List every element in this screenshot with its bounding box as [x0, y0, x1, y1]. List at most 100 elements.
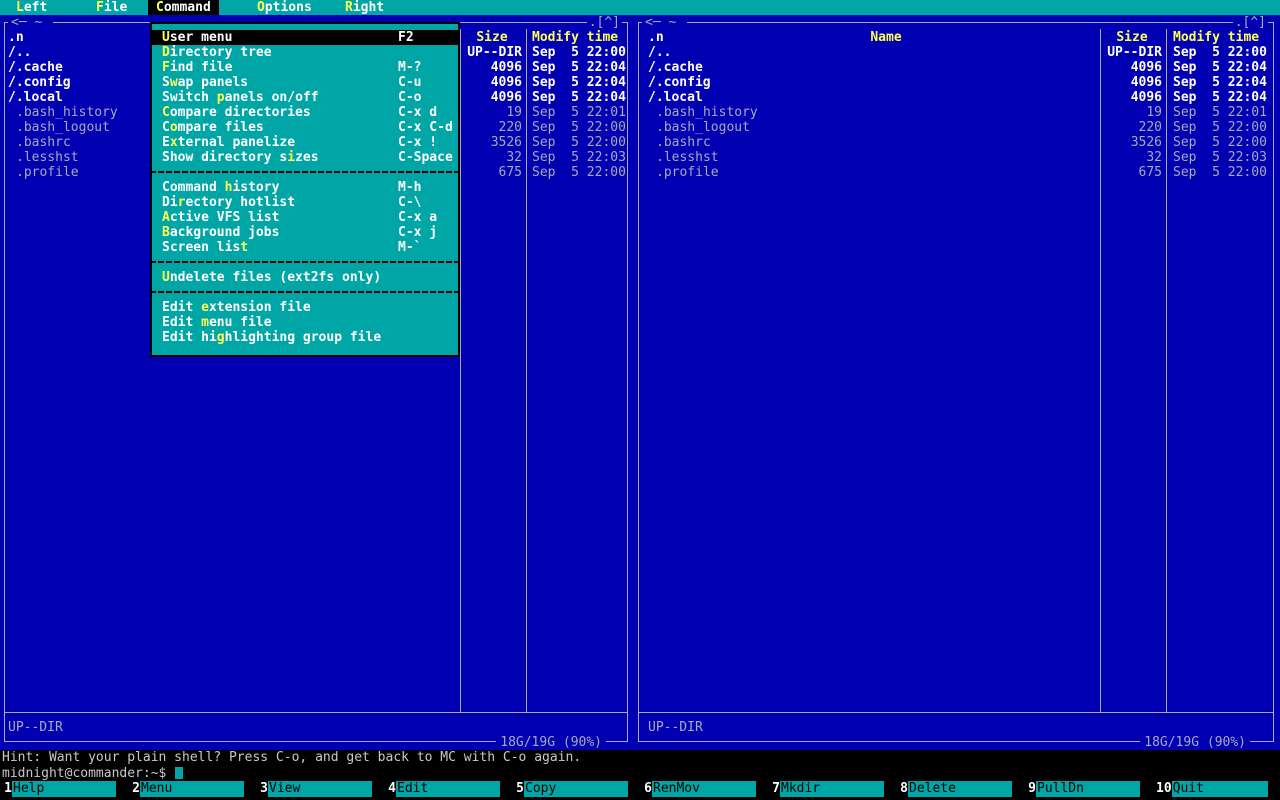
menu-item-command-history[interactable]: Command history M-h: [152, 180, 458, 195]
file-name[interactable]: .bash_history: [16, 105, 118, 120]
fkey-button-mkdir[interactable]: 7 Mkdir: [768, 781, 896, 797]
sort-indicator: .n: [8, 30, 24, 45]
panel-path[interactable]: <─ ~: [642, 15, 688, 30]
menu-item-background-jobs[interactable]: Background jobs C-x j: [152, 225, 458, 240]
menu-item-edit-menu-file[interactable]: Edit menu file: [152, 315, 458, 330]
menu-item-switch-panels-onoff[interactable]: Switch panels on/off C-o: [152, 90, 458, 105]
fkey-button-quit[interactable]: 10 Quit: [1152, 781, 1280, 797]
menu-item-shortcut: C-\: [398, 195, 422, 210]
menu-item-directory-tree[interactable]: Directory tree: [152, 45, 458, 60]
menubar-item-options[interactable]: Options: [257, 0, 312, 15]
fkey-button-copy[interactable]: 5 Copy: [512, 781, 640, 797]
file-size: 32: [1146, 150, 1162, 165]
menubar-item-right[interactable]: Right: [345, 0, 384, 15]
file-row[interactable]: /.local 4096 Sep 5 22:04: [632, 90, 1280, 105]
menu-item-label: Undelete files (ext2fs only): [162, 270, 381, 285]
terminal-cursor[interactable]: [175, 767, 184, 779]
menu-item-external-panelize[interactable]: External panelize C-x !: [152, 135, 458, 150]
menubar-item-left[interactable]: Left: [16, 0, 47, 15]
file-name[interactable]: /..: [8, 45, 31, 60]
file-name[interactable]: /.config: [648, 75, 711, 90]
hotkey-letter: t: [240, 240, 249, 255]
file-size: 19: [1146, 105, 1162, 120]
fkey-button-menu[interactable]: 2 Menu: [128, 781, 256, 797]
file-row[interactable]: /.cache 4096 Sep 5 22:04: [632, 60, 1280, 75]
menu-item-active-vfs-list[interactable]: Active VFS list C-x a: [152, 210, 458, 225]
file-name[interactable]: .bash_logout: [656, 120, 750, 135]
menu-item-swap-panels[interactable]: Swap panels C-u: [152, 75, 458, 90]
file-row[interactable]: /.config 4096 Sep 5 22:04: [632, 75, 1280, 90]
panel-path[interactable]: <─ ~: [8, 15, 54, 30]
file-row[interactable]: .bash_logout 220 Sep 5 22:00: [632, 120, 1280, 135]
menu-item-find-file[interactable]: Find file M-?: [152, 60, 458, 75]
menu-item-compare-directories[interactable]: Compare directories C-x d: [152, 105, 458, 120]
fkey-button-help[interactable]: 1 Help: [0, 781, 128, 797]
file-row[interactable]: .profile 675 Sep 5 22:00: [632, 165, 1280, 180]
fkey-button-view[interactable]: 3 View: [256, 781, 384, 797]
file-name[interactable]: /.local: [8, 90, 63, 105]
file-name[interactable]: .bashrc: [656, 135, 711, 150]
menu-item-undelete-files[interactable]: Undelete files (ext2fs only): [152, 270, 458, 285]
hotkey-letter: O: [257, 0, 265, 15]
file-row[interactable]: .lesshst 32 Sep 5 22:03: [632, 150, 1280, 165]
label-post: ackground jobs: [169, 225, 280, 240]
menu-item-edit-extension-file[interactable]: Edit extension file: [152, 300, 458, 315]
file-name[interactable]: .profile: [16, 165, 79, 180]
menubar-item-command[interactable]: Command: [148, 0, 219, 15]
column-header-size[interactable]: Size: [462, 30, 522, 45]
menubar-item-file[interactable]: File: [96, 0, 127, 15]
menu-item-edit-highlighting[interactable]: Edit highlighting group file: [152, 330, 458, 345]
fkey-button-edit[interactable]: 4 Edit: [384, 781, 512, 797]
fkey-button-pulldn[interactable]: 9 PullDn: [1024, 781, 1152, 797]
file-mtime: Sep 5 22:04: [1173, 90, 1267, 105]
file-name[interactable]: .bash_logout: [16, 120, 110, 135]
menu-item-show-directory-sizes[interactable]: Show directory sizes C-Space: [152, 150, 458, 165]
label-post: ap panels: [177, 75, 249, 90]
panel-up-button[interactable]: .[^]: [586, 15, 622, 30]
file-name[interactable]: .bash_history: [656, 105, 758, 120]
file-mtime: Sep 5 22:04: [1173, 60, 1267, 75]
fkey-button-delete[interactable]: 8 Delete: [896, 781, 1024, 797]
fkey-button-renmov[interactable]: 6 RenMov: [640, 781, 768, 797]
menu-item-user-menu[interactable]: User menu F2: [152, 30, 458, 45]
file-name[interactable]: .lesshst: [16, 150, 79, 165]
file-name[interactable]: /.cache: [648, 60, 703, 75]
panel-up-button[interactable]: .[^]: [1232, 15, 1268, 30]
column-header-mtime[interactable]: Modify time: [532, 30, 618, 45]
file-name[interactable]: .lesshst: [656, 150, 719, 165]
fkey-number: 8: [900, 781, 908, 796]
label-post: ight: [352, 0, 385, 15]
label-post: ctive VFS list: [169, 210, 280, 225]
menu-item-directory-hotlist[interactable]: Directory hotlist C-\: [152, 195, 458, 210]
label-pre: Edit: [162, 315, 202, 330]
column-header-name[interactable]: Name: [672, 30, 1100, 45]
shell-prompt[interactable]: midnight@commander:~$: [2, 765, 184, 781]
hotkey-letter: L: [16, 0, 24, 15]
label-post: istory: [232, 180, 280, 195]
file-row[interactable]: .bashrc 3526 Sep 5 22:00: [632, 135, 1280, 150]
file-mtime: Sep 5 22:00: [532, 120, 626, 135]
file-name[interactable]: /.config: [8, 75, 71, 90]
label-post: eft: [23, 0, 48, 15]
file-name[interactable]: /.local: [648, 90, 703, 105]
menu-item-shortcut: M-?: [398, 60, 422, 75]
file-size: 4096: [1130, 75, 1162, 90]
file-mtime: Sep 5 22:00: [532, 135, 626, 150]
menubar: Left File Command Options Right: [0, 0, 1280, 15]
file-name[interactable]: .profile: [656, 165, 719, 180]
file-name[interactable]: /.cache: [8, 60, 63, 75]
hotkey-letter: m: [201, 315, 209, 330]
hotkey-letter: g: [216, 330, 225, 345]
column-header-size[interactable]: Size: [1102, 30, 1162, 45]
label-pre: Screen lis: [162, 240, 241, 255]
file-row[interactable]: /.. UP--DIR Sep 5 22:00: [632, 45, 1280, 60]
menu-item-label: Command history: [162, 180, 279, 195]
hotkey-letter: B: [162, 225, 170, 240]
menu-item-screen-list[interactable]: Screen list M-`: [152, 240, 458, 255]
file-name[interactable]: .bashrc: [16, 135, 71, 150]
menu-item-compare-files[interactable]: Compare files C-x C-d: [152, 120, 458, 135]
menu-item-label: Active VFS list: [162, 210, 279, 225]
file-name[interactable]: /..: [648, 45, 671, 60]
column-header-mtime[interactable]: Modify time: [1173, 30, 1259, 45]
file-row[interactable]: .bash_history 19 Sep 5 22:01: [632, 105, 1280, 120]
